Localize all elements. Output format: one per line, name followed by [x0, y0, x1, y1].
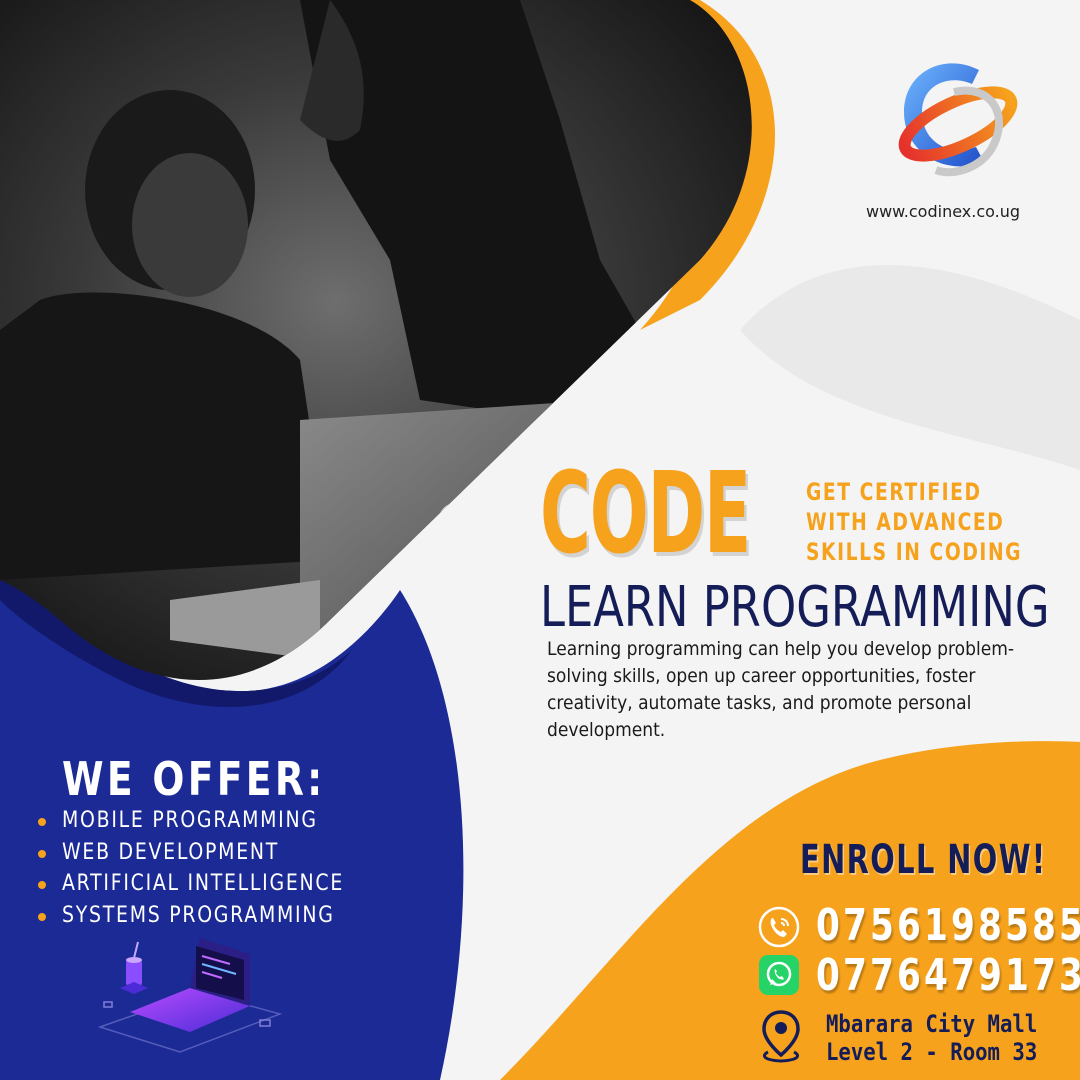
offer-item-label: WEB DEVELOPMENT — [62, 839, 280, 865]
page-title: LEARN PROGRAMMING — [540, 575, 1050, 640]
offer-list: MOBILE PROGRAMMING WEB DEVELOPMENT ARTIF… — [38, 808, 390, 934]
bullet-icon — [38, 881, 46, 889]
codinex-logo-icon — [898, 63, 1018, 177]
list-item: MOBILE PROGRAMMING — [38, 808, 390, 840]
laptop-code-icon — [97, 938, 283, 1053]
bullet-icon — [38, 912, 46, 921]
list-item: SYSTEMS PROGRAMMING — [38, 903, 390, 935]
whatsapp-number[interactable]: 0776479173 — [816, 954, 1080, 998]
offer-item-label: MOBILE PROGRAMMING — [62, 808, 318, 833]
offer-item-label: SYSTEMS PROGRAMMING — [62, 902, 335, 928]
list-item: ARTIFICIAL INTELLIGENCE — [38, 871, 390, 903]
map-pin-icon — [762, 1010, 800, 1063]
tagline-line-1: GET CERTIFIED — [806, 478, 982, 506]
description: Learning programming can help you develo… — [547, 638, 1015, 741]
bullet-icon — [38, 849, 46, 858]
code-word: CODE — [540, 449, 751, 579]
list-item: WEB DEVELOPMENT — [38, 840, 390, 872]
phone-number[interactable]: 0756198585 — [816, 904, 1080, 948]
offer-title: WE OFFER: — [62, 752, 326, 806]
address-line-2: Level 2 - Room 33 — [826, 1038, 1038, 1066]
tagline-line-3: SKILLS IN CODING — [806, 538, 1023, 566]
bullet-icon — [38, 818, 46, 826]
tagline-line-2: WITH ADVANCED — [806, 508, 1005, 536]
poster: www.codinex.co.ug CODE GET CERTIFIED WIT… — [0, 0, 1080, 1080]
offer-item-label: ARTIFICIAL INTELLIGENCE — [62, 871, 345, 896]
enroll-cta[interactable]: ENROLL NOW! — [800, 840, 1046, 880]
website-url[interactable]: www.codinex.co.ug — [866, 202, 1020, 221]
whatsapp-icon — [759, 955, 799, 995]
phone-call-icon — [758, 906, 800, 948]
address-line-1: Mbarara City Mall — [826, 1010, 1038, 1038]
